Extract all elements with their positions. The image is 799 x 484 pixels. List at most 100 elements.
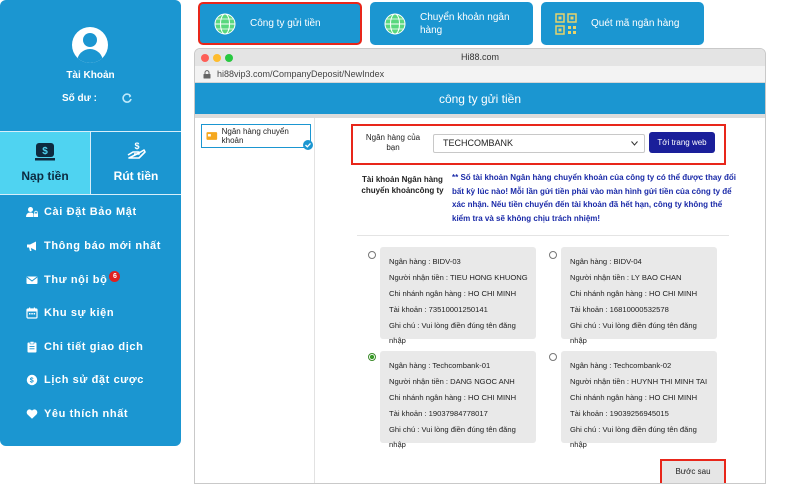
menu-item-label: Yêu thích nhất [44, 408, 129, 420]
account-note: Ghi chú : Vui lòng điền đúng tên đăng nh… [389, 425, 516, 449]
account-radio-4[interactable] [549, 353, 557, 361]
menu-item-security[interactable]: Cài Đặt Bảo Mật [26, 204, 137, 220]
browser-window: Hi88.com hi88vip3.com/CompanyDeposit/New… [194, 48, 766, 484]
globe-icon [214, 13, 236, 34]
account-bank: Ngân hàng : BIDV-04 [570, 257, 642, 266]
refresh-icon[interactable] [121, 92, 133, 104]
account-radio-3[interactable] [368, 353, 376, 361]
account-card[interactable]: Ngân hàng : BIDV-03 Người nhận tiền : TI… [380, 247, 536, 345]
section-divider [357, 235, 729, 236]
company-account-label: Tài khoản Ngân hàng chuyển khoảncông ty [361, 175, 444, 195]
method-qr-scan[interactable]: Quét mã ngân hàng [541, 2, 704, 45]
hand-money-icon: $ [127, 141, 146, 159]
account-recipient: Người nhận tiền : HUYNH THI MINH TAI [570, 377, 708, 386]
url-text: hi88vip3.com/CompanyDeposit/NewIndex [217, 69, 385, 79]
avatar-body-shape [77, 49, 103, 63]
account-recipient: Người nhận tiền : LY BAO CHAN [570, 273, 682, 282]
account-card[interactable]: Ngân hàng : Techcombank-01 Người nhận ti… [380, 351, 536, 449]
heart-icon [26, 409, 38, 419]
check-icon [303, 140, 313, 150]
chevron-down-icon [631, 141, 638, 146]
menu-item-label: Thông báo mới nhất [44, 240, 161, 252]
menu-item-label: Chi tiết giao dịch [44, 341, 144, 353]
window-titlebar: Hi88.com [195, 49, 765, 66]
account-note: Ghi chú : Vui lòng điền đúng tên đăng nh… [570, 425, 697, 449]
account-recipient: Người nhận tiền : TIEU HONG KHUONG [389, 273, 528, 282]
menu-item-inbox[interactable]: Thư nội bộ 6 [26, 270, 121, 288]
menu-item-label: Cài Đặt Bảo Mật [44, 206, 137, 218]
account-branch: Chi nhánh ngân hàng : HO CHI MINH [389, 289, 517, 298]
page-header: công ty gửi tiền [195, 83, 765, 114]
globe-icon [384, 13, 406, 34]
go-to-website-button[interactable]: Tới trang web [649, 132, 715, 153]
account-radio-1[interactable] [368, 251, 376, 259]
tab-withdraw[interactable]: $ Rút tiền [91, 132, 181, 194]
account-note: Ghi chú : Vui lòng điền đúng tên đăng nh… [570, 321, 697, 345]
menu-item-favorites[interactable]: Yêu thích nhất [26, 406, 128, 422]
unread-badge: 6 [109, 270, 121, 282]
tab-deposit[interactable]: $ Nạp tiền [0, 132, 90, 194]
account-recipient: Người nhận tiền : DANG NGOC ANH [389, 377, 515, 386]
account-bank: Ngân hàng : Techcombank-02 [570, 361, 672, 370]
avatar[interactable] [72, 27, 108, 63]
your-bank-label: Ngân hàng của bạn [365, 133, 421, 152]
account-bank: Ngân hàng : Techcombank-01 [389, 361, 491, 370]
withdraw-tab-label: Rút tiền [113, 169, 159, 183]
deposit-type-panel: Ngân hàng chuyển khoản [195, 118, 315, 483]
lock-icon [203, 70, 211, 79]
megaphone-icon [27, 241, 36, 251]
bank-option-label: Ngân hàng chuyển khoản [221, 127, 289, 145]
address-bar[interactable]: hi88vip3.com/CompanyDeposit/NewIndex [195, 66, 765, 83]
menu-item-bet-history[interactable]: $ Lịch sử đặt cược [26, 372, 144, 388]
tab-divider-bottom [0, 194, 181, 195]
account-number: Tài khoản : 16810000532578 [570, 305, 669, 314]
account-branch: Chi nhánh ngân hàng : HO CHI MINH [570, 393, 698, 402]
menu-item-announcements[interactable]: Thông báo mới nhất [26, 238, 161, 254]
svg-text:$: $ [30, 378, 35, 385]
avatar-head-shape [83, 33, 97, 47]
envelope-icon [26, 276, 38, 284]
account-number: Tài khoản : 19039256945015 [570, 409, 669, 418]
method-company-deposit[interactable]: Công ty gửi tiền [198, 2, 362, 45]
menu-item-label: Thư nội bộ [44, 274, 108, 286]
account-card[interactable]: Ngân hàng : Techcombank-02 Người nhận ti… [561, 351, 717, 449]
account-branch: Chi nhánh ngân hàng : HO CHI MINH [389, 393, 517, 402]
next-step-button[interactable]: Bước sau [660, 459, 726, 483]
account-number: Tài khoản : 73510001250141 [389, 305, 488, 314]
method-label: Quét mã ngân hàng [591, 18, 680, 29]
method-label: Công ty gửi tiền [250, 18, 321, 29]
account-radio-2[interactable] [549, 251, 557, 259]
svg-text:$: $ [42, 146, 48, 157]
account-note: Ghi chú : Vui lòng điền đúng tên đăng nh… [389, 321, 516, 345]
user-lock-icon [26, 207, 38, 217]
menu-item-label: Lịch sử đặt cược [44, 374, 144, 386]
menu-item-events[interactable]: Khu sự kiện [26, 305, 114, 321]
page-title: công ty gửi tiền [438, 92, 522, 106]
account-card[interactable]: Ngân hàng : BIDV-04 Người nhận tiền : LY… [561, 247, 717, 345]
sidebar: Tài Khoản Số dư : $ Nạp tiền $ Rút tiền [0, 0, 181, 446]
clipboard-icon [27, 341, 37, 353]
account-label: Tài Khoản [66, 70, 115, 81]
bank-card-icon [206, 132, 218, 140]
method-label: Chuyển khoản ngân hàng [420, 11, 510, 36]
account-number: Tài khoản : 19037984778017 [389, 409, 488, 418]
deposit-tab-label: Nạp tiền [21, 169, 69, 183]
svg-text:$: $ [134, 141, 139, 151]
history-icon: $ [26, 374, 38, 386]
qr-code-icon [555, 12, 577, 35]
bank-transfer-option[interactable]: Ngân hàng chuyển khoản [201, 124, 313, 150]
menu-item-label: Khu sự kiện [44, 307, 115, 319]
method-bank-transfer[interactable]: Chuyển khoản ngân hàng [370, 2, 533, 45]
account-branch: Chi nhánh ngân hàng : HO CHI MINH [570, 289, 698, 298]
selected-bank: TECHCOMBANK [443, 138, 514, 148]
balance-label: Số dư : [62, 92, 98, 104]
menu-item-transactions[interactable]: Chi tiết giao dịch [26, 339, 143, 355]
notice-text: ** Số tài khoản Ngân hàng chuyển khoản c… [452, 173, 736, 223]
balance-row: Số dư : [62, 92, 133, 104]
bank-select-box: Ngân hàng của bạn TECHCOMBANK Tới trang … [351, 124, 726, 165]
calendar-icon [26, 307, 38, 319]
bank-select[interactable]: TECHCOMBANK [433, 134, 645, 153]
window-title: Hi88.com [460, 52, 499, 62]
money-bag-icon: $ [35, 143, 55, 161]
account-bank: Ngân hàng : BIDV-03 [389, 257, 461, 266]
